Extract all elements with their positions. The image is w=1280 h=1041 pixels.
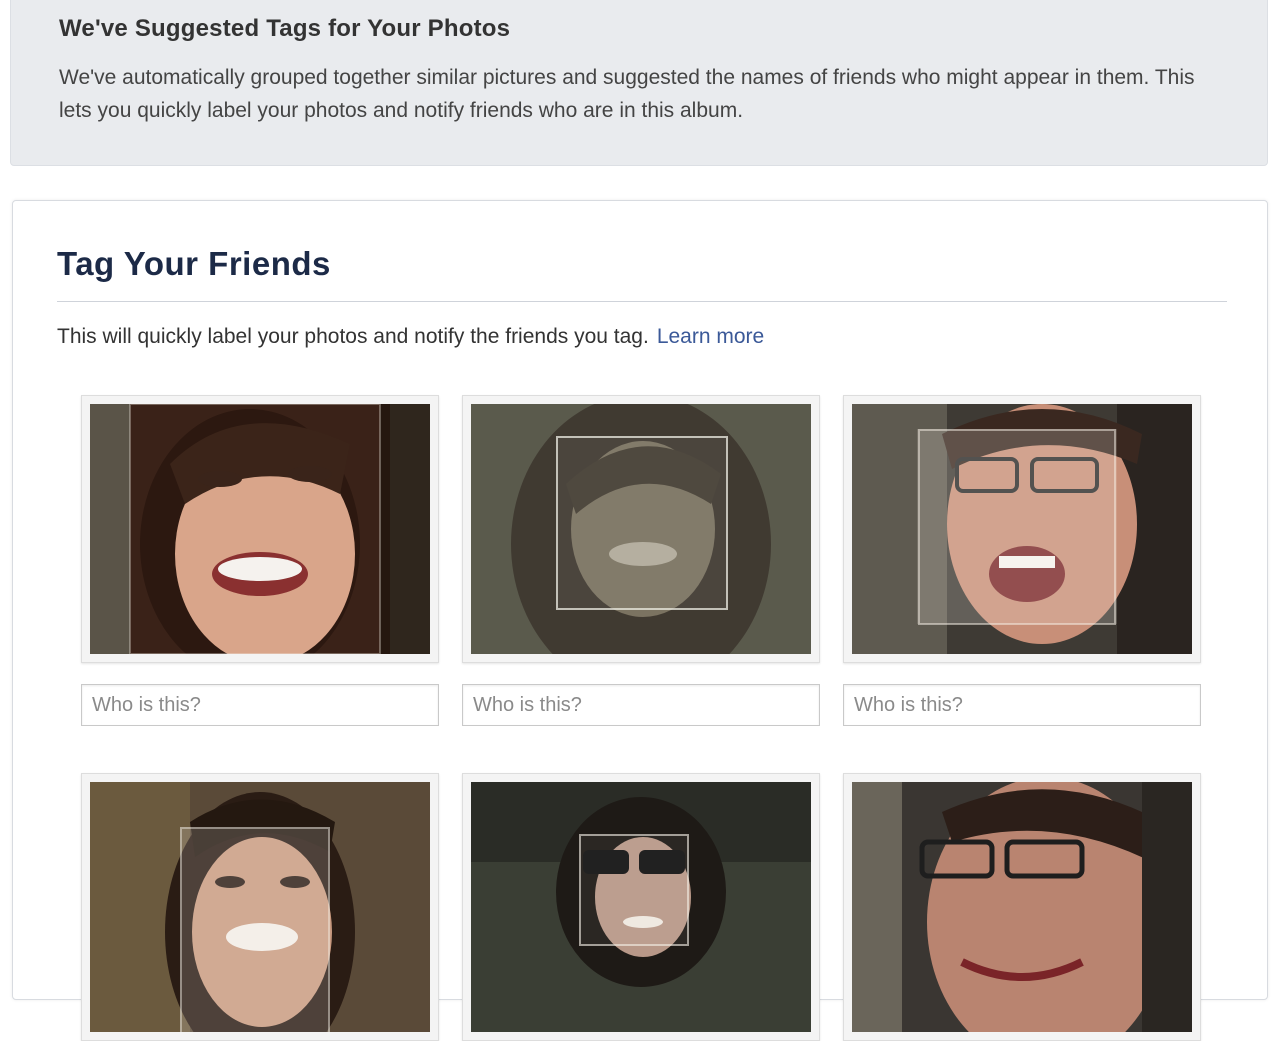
photo-thumbnail-1[interactable] — [81, 395, 439, 663]
photo-thumbnail-6[interactable] — [843, 773, 1201, 1041]
intro-sentence: This will quickly label your photos and … — [57, 325, 649, 348]
photo-thumbnail-4[interactable] — [81, 773, 439, 1041]
face-detection-box — [579, 834, 689, 946]
learn-more-link[interactable]: Learn more — [657, 325, 764, 348]
face-photo — [90, 404, 430, 654]
intro-text: This will quickly label your photos and … — [57, 325, 764, 349]
banner-description: We've automatically grouped together sim… — [59, 66, 1195, 122]
photo-thumbnail-3[interactable] — [843, 395, 1201, 663]
photo-thumbnail-2[interactable] — [462, 395, 820, 663]
photo-thumbnail-5[interactable] — [462, 773, 820, 1041]
suggested-tags-banner: We've Suggested Tags for Your Photos We'… — [10, 0, 1268, 166]
name-input-3[interactable] — [843, 684, 1201, 726]
banner-title: We've Suggested Tags for Your Photos — [59, 15, 511, 42]
section-title: Tag Your Friends — [57, 245, 331, 282]
face-photo — [471, 404, 811, 654]
face-photo — [852, 404, 1192, 654]
tag-friends-panel: Tag Your Friends This will quickly label… — [12, 200, 1268, 1041]
title-divider — [57, 301, 1227, 302]
face-photo — [852, 782, 1192, 1032]
photo-image — [90, 404, 430, 654]
face-detection-box — [918, 429, 1116, 625]
face-detection-box — [180, 827, 330, 1032]
photo-image — [852, 782, 1192, 1032]
face-detection-box — [556, 436, 728, 610]
name-input-2[interactable] — [462, 684, 820, 726]
face-photo — [471, 782, 811, 1032]
name-input-1[interactable] — [81, 684, 439, 726]
face-photo — [90, 782, 430, 1032]
